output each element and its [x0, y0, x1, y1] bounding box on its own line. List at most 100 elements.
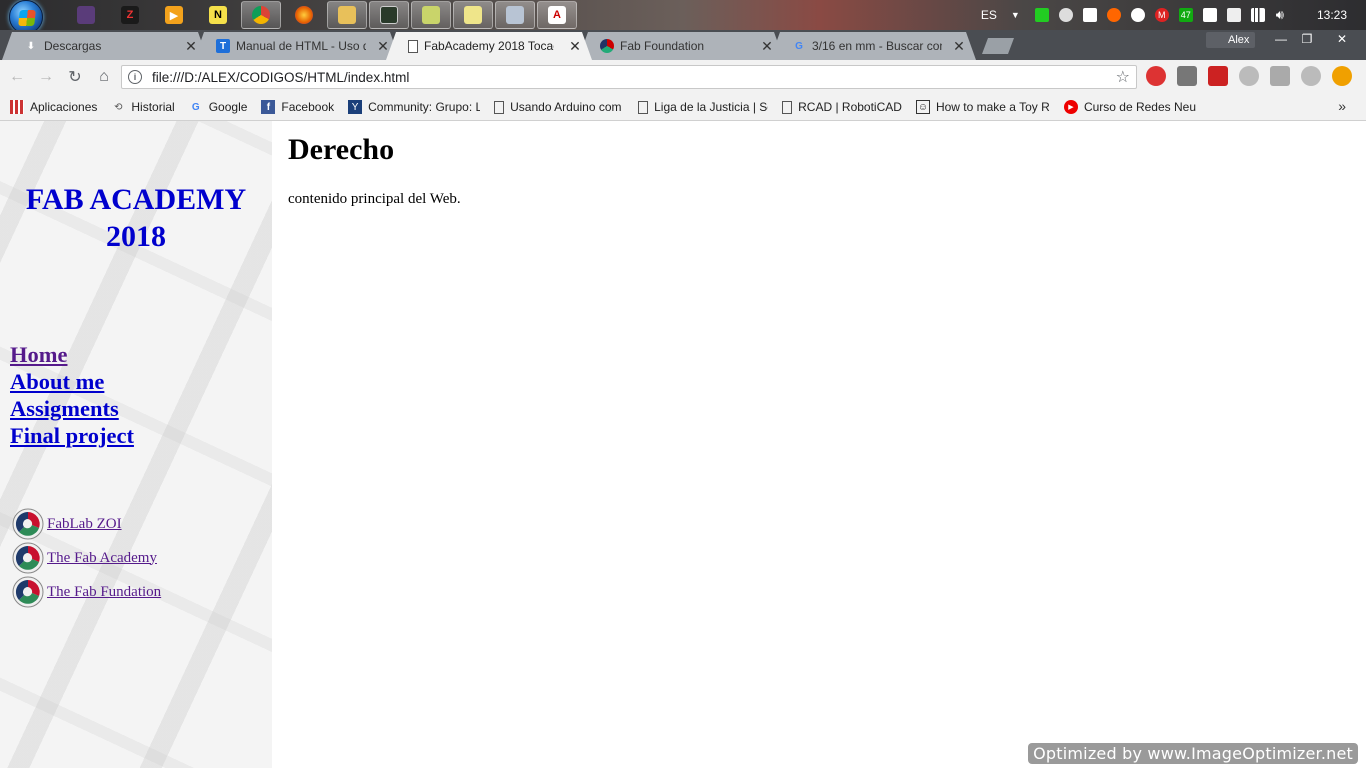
tab-title: Fab Foundation — [620, 39, 705, 53]
info-icon[interactable]: i — [128, 70, 142, 84]
bookmarks-overflow-icon[interactable]: » — [1338, 98, 1346, 114]
fablab-zoi-link[interactable]: FabLab ZOI — [47, 516, 122, 533]
link-fab-fundation: The Fab Fundation — [12, 575, 161, 609]
bookmark-community[interactable]: Y Community: Grupo: L — [348, 100, 480, 114]
calculator-icon — [506, 6, 524, 24]
language-indicator[interactable]: ES — [981, 8, 997, 22]
mega-icon[interactable]: M — [1154, 8, 1169, 22]
tab-manual-html[interactable]: T Manual de HTML - Uso de ✕ — [194, 32, 400, 60]
window-close-button[interactable]: ✕ — [1326, 30, 1358, 48]
fab-lab-logo-icon[interactable] — [12, 576, 44, 608]
profile-name: Alex — [1228, 34, 1250, 46]
dropbox-icon[interactable] — [1082, 8, 1097, 22]
address-bar[interactable]: i file:///D:/ALEX/CODIGOS/HTML/index.htm… — [121, 65, 1137, 89]
taskbar-app-files[interactable] — [411, 1, 451, 29]
taskbar-app-media-player[interactable]: ▶ — [153, 1, 195, 29]
google-icon: G — [795, 40, 803, 52]
chevron-down-icon[interactable]: ▼ — [1011, 10, 1020, 20]
taskbar-app-pcsx2[interactable]: Z — [109, 1, 151, 29]
close-icon[interactable]: ✕ — [760, 38, 774, 55]
bookmark-apps[interactable]: Aplicaciones — [10, 100, 97, 114]
fab-lab-logo-icon[interactable] — [12, 542, 44, 574]
windows-taskbar: Z ▶ N A ES ▼ M 47 🔊︎ 13:23 — [0, 0, 1366, 34]
nav-link-about-me[interactable]: About me — [10, 368, 134, 395]
adblock-icon[interactable] — [1146, 66, 1166, 86]
back-button[interactable]: ← — [5, 65, 29, 89]
volume-icon[interactable]: 🔊︎ — [1276, 7, 1284, 23]
cloud-upload-icon[interactable] — [1058, 8, 1073, 22]
nav-link-home[interactable]: Home — [10, 341, 134, 368]
alert-icon[interactable] — [1332, 66, 1352, 86]
taskbar-app-calculator[interactable] — [495, 1, 535, 29]
taskbar-app-terminal[interactable] — [369, 1, 409, 29]
bookmark-label: Curso de Redes Neur — [1083, 100, 1196, 114]
close-icon[interactable]: ✕ — [952, 38, 966, 55]
new-tab-button[interactable] — [982, 38, 1014, 54]
taskbar-app-explorer[interactable] — [327, 1, 367, 29]
taskbar-app-chrome[interactable] — [241, 1, 281, 29]
play-icon: ▶ — [165, 6, 183, 24]
puzzle-icon[interactable] — [1177, 66, 1197, 86]
tab-google-search[interactable]: G 3/16 en mm - Buscar con ✕ — [770, 32, 976, 60]
bookmark-google[interactable]: G Google — [189, 100, 248, 114]
minimize-button[interactable]: — — [1268, 30, 1294, 48]
taskbar-app-notepadpp[interactable]: N — [197, 1, 239, 29]
taskbar-app-firefox[interactable] — [283, 1, 325, 29]
tab-fab-foundation[interactable]: Fab Foundation ✕ — [578, 32, 784, 60]
taskbar-app-winrar[interactable] — [65, 1, 107, 29]
url-text[interactable]: file:///D:/ALEX/CODIGOS/HTML/index.html — [152, 70, 409, 85]
avast-icon[interactable] — [1106, 8, 1121, 22]
power-icon[interactable] — [1226, 8, 1241, 22]
battery-monitor-icon[interactable] — [1034, 8, 1049, 22]
profile-button[interactable]: Alex — [1206, 32, 1256, 48]
star-icon[interactable]: ☆ — [1116, 67, 1130, 87]
cpu-temp-icon[interactable]: 47 — [1178, 8, 1193, 22]
tab-title: Descargas — [44, 39, 102, 53]
page-icon — [638, 100, 649, 114]
nav-link-assigments[interactable]: Assigments — [10, 395, 134, 422]
bookmark-toy[interactable]: ☺ How to make a Toy R — [915, 100, 1050, 114]
start-button[interactable] — [9, 0, 43, 34]
onedrive-icon[interactable] — [1130, 8, 1145, 22]
close-icon[interactable]: ✕ — [568, 38, 582, 55]
bookmark-arduino[interactable]: Usando Arduino com — [494, 100, 624, 114]
taskbar-app-notes[interactable] — [453, 1, 493, 29]
page-viewport: FAB ACADEMY 2018 Home About me Assigment… — [0, 121, 1366, 768]
bag-icon[interactable] — [1270, 66, 1290, 86]
close-icon[interactable]: ✕ — [376, 38, 390, 55]
tab-title: FabAcademy 2018 Tocache — [424, 39, 554, 53]
m-extension-icon[interactable] — [1239, 66, 1259, 86]
content-body: contenido principal del Web. — [288, 191, 461, 207]
site-title-line1: FAB ACADEMY — [25, 183, 247, 216]
bookmark-liga[interactable]: Liga de la Justicia | Se — [638, 100, 768, 114]
files-icon — [422, 6, 440, 24]
clock[interactable]: 13:23 — [1310, 8, 1354, 22]
skype-icon[interactable] — [1301, 66, 1321, 86]
bookmark-label: Historial — [131, 100, 175, 114]
bookmark-label: Community: Grupo: L — [368, 100, 481, 114]
bookmark-rcad[interactable]: RCAD | RobotiCAD — [782, 100, 902, 114]
flag-icon[interactable] — [1202, 8, 1217, 22]
fab-icon — [600, 39, 614, 53]
bookmark-facebook[interactable]: f Facebook — [261, 100, 334, 114]
maximize-button[interactable]: ❐ — [1294, 30, 1320, 48]
bookmark-redes[interactable]: ▶ Curso de Redes Neur — [1063, 100, 1196, 114]
bookmark-historial[interactable]: ⟲ Historial — [111, 100, 175, 114]
tab-title: 3/16 en mm - Buscar con — [812, 39, 942, 53]
fab-fundation-link[interactable]: The Fab Fundation — [47, 584, 161, 601]
tab-fabacademy[interactable]: FabAcademy 2018 Tocache ✕ — [386, 32, 592, 60]
nav-link-final-project[interactable]: Final project — [10, 422, 134, 449]
taskbar-app-acrobat[interactable]: A — [537, 1, 577, 29]
signal-icon[interactable] — [1250, 8, 1265, 22]
facebook-icon: f — [261, 100, 276, 114]
close-icon[interactable]: ✕ — [184, 38, 198, 55]
fab-lab-logo-icon[interactable] — [12, 508, 44, 540]
mega-extension-icon[interactable] — [1208, 66, 1228, 86]
watermark: Optimized by www.ImageOptimizer.net — [1028, 743, 1358, 764]
home-button[interactable]: ⌂ — [92, 65, 116, 89]
forward-button[interactable]: → — [34, 65, 58, 89]
notes-icon — [464, 6, 482, 24]
reload-button[interactable]: ↻ — [63, 65, 87, 89]
fab-academy-link[interactable]: The Fab Academy — [47, 550, 157, 567]
tab-descargas[interactable]: ⬇ Descargas ✕ — [2, 32, 208, 60]
